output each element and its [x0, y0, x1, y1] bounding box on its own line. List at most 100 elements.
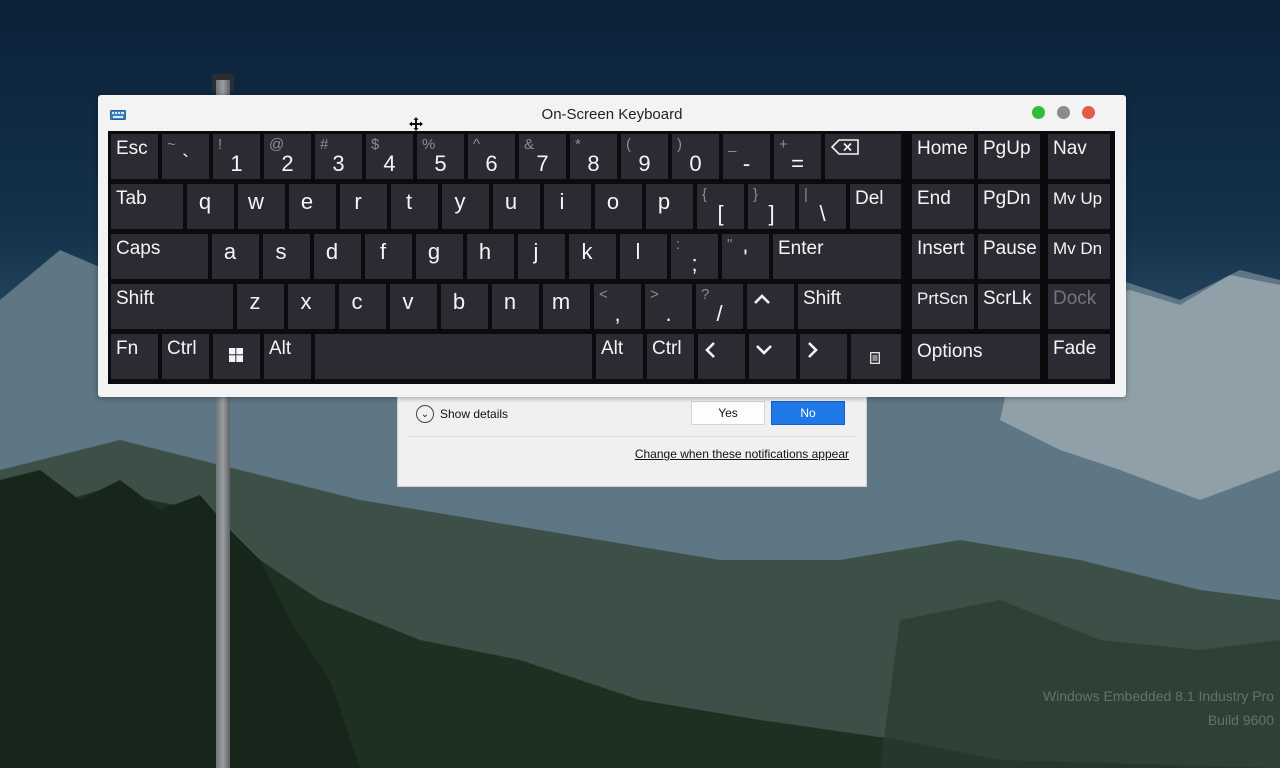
key-4[interactable]: $4: [366, 134, 413, 179]
windows-icon: [229, 348, 243, 362]
key-7[interactable]: & 7: [519, 134, 566, 179]
key-comma[interactable]: <,: [594, 284, 641, 329]
key-bracket-left[interactable]: {[: [697, 184, 744, 229]
minimize-button[interactable]: [1057, 106, 1070, 119]
arrow-left-icon: [705, 342, 715, 358]
key-label: ScrLk: [983, 288, 1032, 309]
key-6[interactable]: ^ 6: [468, 134, 515, 179]
key-menu[interactable]: [851, 334, 901, 379]
key-ctrl-left[interactable]: Ctrl: [162, 334, 209, 379]
arrow-right-icon: [808, 342, 818, 358]
key-insert[interactable]: Insert: [912, 234, 974, 279]
key-shift-right[interactable]: Shift: [798, 284, 901, 329]
key-pgdn[interactable]: PgDn: [978, 184, 1040, 229]
key-label: ,: [614, 301, 621, 326]
key-pgup[interactable]: PgUp: [978, 134, 1040, 179]
key-caps[interactable]: Caps: [111, 234, 208, 279]
key-label: Alt: [601, 338, 624, 359]
key-label: Shift: [116, 288, 155, 309]
key-arrow-up[interactable]: [747, 284, 794, 329]
key-label: /: [716, 301, 723, 326]
key-label: Fade: [1053, 338, 1097, 359]
key-label: Esc: [116, 138, 148, 159]
yes-button[interactable]: Yes: [691, 401, 765, 425]
dialog-divider: [408, 436, 856, 437]
key-label: ;: [691, 251, 698, 276]
key-tab[interactable]: Tab: [111, 184, 183, 229]
key-label: 8: [587, 151, 600, 176]
key-arrow-down[interactable]: [749, 334, 796, 379]
key-minus[interactable]: _ -: [723, 134, 770, 179]
key-2[interactable]: @2: [264, 134, 311, 179]
key-nav[interactable]: Nav: [1048, 134, 1110, 179]
key-backspace[interactable]: [825, 134, 901, 179]
key-label: PgUp: [983, 138, 1031, 159]
key-3[interactable]: #3: [315, 134, 362, 179]
key-equals[interactable]: + =: [774, 134, 821, 179]
key-semicolon[interactable]: :;: [671, 234, 718, 279]
key-end[interactable]: End: [912, 184, 974, 229]
key-label: Ctrl: [652, 338, 682, 359]
change-notifications-link[interactable]: Change when these notifications appear: [635, 447, 849, 461]
key-alt-right[interactable]: Alt: [596, 334, 643, 379]
key-label: Enter: [778, 238, 824, 259]
key-label: Insert: [917, 238, 965, 259]
key-label: 4: [383, 151, 396, 176]
key-options[interactable]: Options: [912, 334, 1040, 379]
key-label: Options: [917, 341, 983, 362]
show-details-toggle[interactable]: ⌄ Show details: [416, 405, 508, 423]
maximize-button[interactable]: [1032, 106, 1045, 119]
key-dock[interactable]: Dock: [1048, 284, 1110, 329]
key-m[interactable]: m: [543, 284, 590, 329]
key-bracket-right[interactable]: }]: [748, 184, 795, 229]
key-quote[interactable]: " ': [722, 234, 769, 279]
key-fade[interactable]: Fade: [1048, 334, 1110, 379]
key-5[interactable]: % 5: [417, 134, 464, 179]
arrow-up-icon: [754, 294, 770, 304]
key-scrlk[interactable]: ScrLk: [978, 284, 1040, 329]
key-label: 3: [332, 151, 345, 176]
key-esc[interactable]: Esc: [111, 134, 158, 179]
key-label: =: [791, 151, 804, 176]
key-pause[interactable]: Pause: [978, 234, 1040, 279]
chevron-down-icon: ⌄: [416, 405, 434, 423]
key-alt-left[interactable]: Alt: [264, 334, 311, 379]
key-label: 5: [434, 151, 447, 176]
no-button[interactable]: No: [771, 401, 845, 425]
key-label: p: [657, 189, 671, 214]
key-period[interactable]: >.: [645, 284, 692, 329]
key-l[interactable]: l: [620, 234, 667, 279]
key-fn[interactable]: Fn: [111, 334, 158, 379]
key-home[interactable]: Home: [912, 134, 974, 179]
key-label: Pause: [983, 238, 1037, 259]
key-8[interactable]: * 8: [570, 134, 617, 179]
key-label: Dock: [1053, 288, 1097, 309]
key-label: Nav: [1053, 138, 1087, 159]
key-shift-left[interactable]: Shift: [111, 284, 233, 329]
key-mv-up[interactable]: Mv Up: [1048, 184, 1110, 229]
key-backslash[interactable]: | \: [799, 184, 846, 229]
key-space[interactable]: [315, 334, 592, 379]
key-label: `: [181, 150, 190, 175]
key-backtick[interactable]: ~ `: [162, 134, 209, 179]
title-bar[interactable]: On-Screen Keyboard: [98, 95, 1126, 131]
key-del[interactable]: Del: [850, 184, 901, 229]
key-1[interactable]: ! 1: [213, 134, 260, 179]
key-label: Shift: [803, 288, 842, 309]
close-button[interactable]: [1082, 106, 1095, 119]
key-enter[interactable]: Enter: [773, 234, 901, 279]
key-mv-dn[interactable]: Mv Dn: [1048, 234, 1110, 279]
key-arrow-left[interactable]: [698, 334, 745, 379]
key-arrow-right[interactable]: [800, 334, 847, 379]
key-prtscn[interactable]: PrtScn: [912, 284, 974, 329]
key-ctrl-right[interactable]: Ctrl: [647, 334, 694, 379]
key-label: l: [635, 239, 641, 264]
key-slash[interactable]: ? /: [696, 284, 743, 329]
key-windows[interactable]: [213, 334, 260, 379]
key-9[interactable]: (9: [621, 134, 668, 179]
key-p[interactable]: p: [646, 184, 693, 229]
key-label: .: [665, 301, 672, 326]
arrow-down-icon: [756, 345, 772, 355]
backspace-icon: [830, 139, 859, 155]
key-0[interactable]: ) 0: [672, 134, 719, 179]
